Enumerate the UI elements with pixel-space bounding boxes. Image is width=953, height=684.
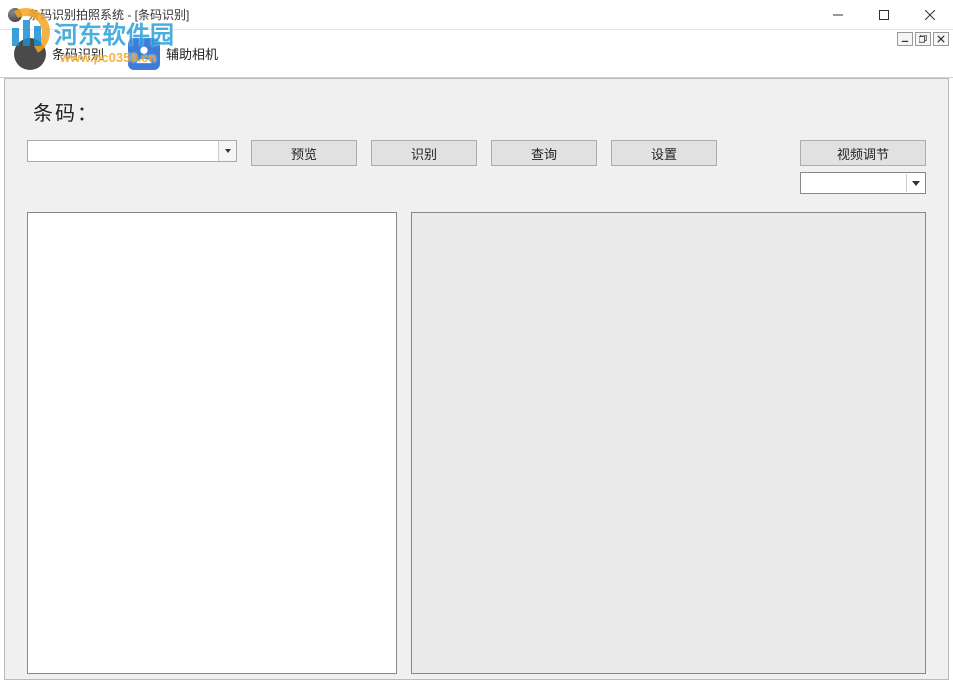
- chevron-down-icon: [218, 141, 236, 161]
- window-controls: [815, 0, 953, 30]
- settings-button-label: 设置: [651, 144, 677, 163]
- right-controls: 视频调节: [800, 140, 926, 194]
- toolbar-label-camera: 辅助相机: [166, 44, 218, 63]
- settings-button[interactable]: 设置: [611, 140, 717, 166]
- panels: [27, 212, 926, 674]
- video-adjust-button[interactable]: 视频调节: [800, 140, 926, 166]
- client-area: 条码： 预览 识别 查询 设置 视频调节: [4, 78, 949, 680]
- maximize-button[interactable]: [861, 0, 907, 30]
- mdi-minimize-button[interactable]: [897, 32, 913, 46]
- close-button[interactable]: [907, 0, 953, 30]
- toolbar-label-barcode: 条码识别: [52, 44, 104, 63]
- person-icon: [128, 38, 160, 70]
- preview-panel-right: [411, 212, 926, 674]
- preview-button-label: 预览: [291, 144, 317, 163]
- barcode-combo[interactable]: [27, 140, 237, 162]
- recognize-button-label: 识别: [411, 144, 437, 163]
- query-button[interactable]: 查询: [491, 140, 597, 166]
- window-title: 条码识别拍照系统 - [条码识别]: [28, 6, 189, 23]
- toolbar-item-camera[interactable]: 辅助相机: [122, 34, 224, 74]
- minimize-button[interactable]: [815, 0, 861, 30]
- mdi-close-button[interactable]: [933, 32, 949, 46]
- toolbar: 条码识别 辅助相机: [0, 30, 953, 78]
- video-select[interactable]: [800, 172, 926, 194]
- preview-panel-left: [27, 212, 397, 674]
- preview-button[interactable]: 预览: [251, 140, 357, 166]
- mdi-restore-button[interactable]: [915, 32, 931, 46]
- barcode-label: 条码：: [33, 97, 926, 126]
- app-icon: [8, 8, 22, 22]
- video-adjust-button-label: 视频调节: [837, 144, 889, 163]
- barcode-icon: [14, 38, 46, 70]
- query-button-label: 查询: [531, 144, 557, 163]
- toolbar-item-barcode[interactable]: 条码识别: [8, 34, 110, 74]
- controls-row: 预览 识别 查询 设置 视频调节: [27, 140, 926, 194]
- chevron-down-icon: [906, 174, 924, 192]
- title-bar: 条码识别拍照系统 - [条码识别]: [0, 0, 953, 30]
- mdi-controls: [897, 32, 949, 46]
- recognize-button[interactable]: 识别: [371, 140, 477, 166]
